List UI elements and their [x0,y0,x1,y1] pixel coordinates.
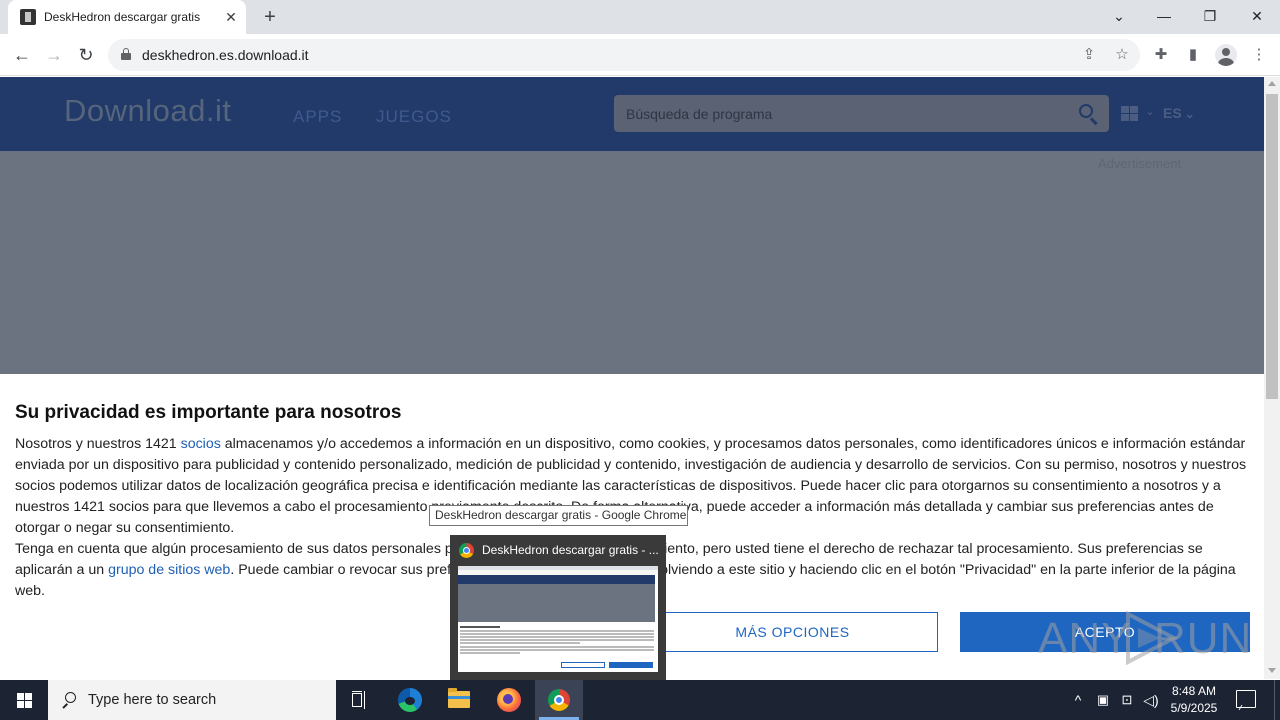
tab-title: DeskHedron descargar gratis [44,10,201,24]
scroll-down-icon[interactable] [1268,668,1276,673]
platform-selector[interactable]: ⌄ [1121,104,1161,124]
notification-icon[interactable] [1236,690,1256,708]
extensions-icon[interactable]: ✚ [1150,44,1172,66]
volume-icon[interactable]: ◁) [1141,690,1161,710]
browser-tab[interactable]: DeskHedron descargar gratis ✕ [8,0,246,34]
taskbar-search[interactable] [48,680,336,720]
consent-text: Nosotros y nuestros 1421 [15,436,181,452]
tab-search-chevron-icon[interactable]: ⌄ [1106,5,1132,27]
device-icon[interactable]: ▣ [1094,690,1112,710]
language-selector[interactable]: ES ⌄ [1163,105,1195,121]
anyrun-watermark: ANY RUN [1038,608,1251,668]
tab-close-icon[interactable]: ✕ [222,8,240,26]
site-group-link[interactable]: grupo de sitios web [108,562,230,578]
address-bar[interactable]: deskhedron.es.download.it ⇪ ☆ [108,39,1140,71]
partners-link[interactable]: socios [181,436,221,452]
taskbar-tooltip: DeskHedron descargar gratis - Google Chr… [429,505,688,526]
site-favicon-icon [20,9,36,25]
close-window-button[interactable]: ✕ [1244,5,1270,27]
site-logo[interactable]: Download.it [64,93,231,129]
search-icon [62,692,78,709]
new-tab-button[interactable]: + [258,5,282,29]
bookmark-star-icon[interactable]: ☆ [1112,45,1132,65]
minimize-button[interactable]: — [1151,5,1177,27]
back-button[interactable]: ← [9,42,35,68]
watermark-text-right: RUN [1154,614,1253,663]
reload-button[interactable]: ↻ [73,42,99,68]
edge-icon[interactable] [386,680,434,720]
site-header: Download.it APPS JUEGOS ⌄ ES⌄ [0,77,1264,151]
clock-date: 5/9/2025 [1170,701,1218,715]
tab-strip: DeskHedron descargar gratis ✕ + ⌄ — ❐ ✕ [0,0,1280,34]
forward-button[interactable]: → [41,42,67,68]
scrollbar-thumb[interactable] [1266,94,1278,399]
chrome-taskbar-icon[interactable] [535,680,583,720]
side-panel-icon[interactable]: ▮ [1182,44,1204,66]
site-search-input[interactable] [614,95,1064,132]
lock-icon[interactable] [121,48,131,60]
browser-toolbar: ← → ↻ deskhedron.es.download.it ⇪ ☆ ✚ ▮ … [0,34,1280,76]
share-icon[interactable]: ⇪ [1079,45,1099,65]
nav-apps[interactable]: APPS [293,107,342,127]
restore-button[interactable]: ❐ [1197,5,1223,27]
show-desktop-button[interactable] [1274,680,1280,720]
page-scrollbar[interactable] [1264,77,1280,679]
url-text[interactable]: deskhedron.es.download.it [142,47,309,63]
preview-title: DeskHedron descargar gratis - ... [482,543,659,557]
chrome-icon [459,543,474,558]
nav-juegos[interactable]: JUEGOS [376,107,452,127]
site-search [614,95,1109,132]
taskbar-clock[interactable]: 8:48 AM 5/9/2025 [1164,683,1224,717]
preview-image [458,566,658,672]
network-icon[interactable]: ⊡ [1118,690,1136,710]
profile-icon[interactable] [1215,44,1237,66]
chevron-down-icon: ⌄ [1145,104,1156,118]
advertisement-label: Advertisement [1098,156,1182,171]
more-options-button[interactable]: MÁS OPCIONES [647,612,938,652]
menu-icon[interactable]: ⋮ [1248,44,1270,66]
clock-time: 8:48 AM [1171,684,1217,698]
windows-taskbar: ^ ▣ ⊡ ◁) 8:48 AM 5/9/2025 [0,680,1280,720]
firefox-icon[interactable] [485,680,533,720]
search-icon[interactable] [1078,103,1100,126]
taskbar-search-input[interactable] [88,680,328,720]
task-view-icon[interactable] [336,680,384,720]
consent-heading: Su privacidad es importante para nosotro… [15,402,402,423]
windows-icon [1121,106,1139,122]
start-button[interactable] [0,680,48,720]
language-label: ES [1163,105,1182,121]
watermark-text-left: ANY [1038,614,1132,663]
tray-chevron-icon[interactable]: ^ [1070,690,1086,710]
taskbar-window-preview[interactable]: DeskHedron descargar gratis - ... [450,535,666,680]
file-explorer-icon[interactable] [435,680,483,720]
scroll-up-icon[interactable] [1268,81,1276,86]
chevron-down-icon: ⌄ [1184,107,1195,121]
